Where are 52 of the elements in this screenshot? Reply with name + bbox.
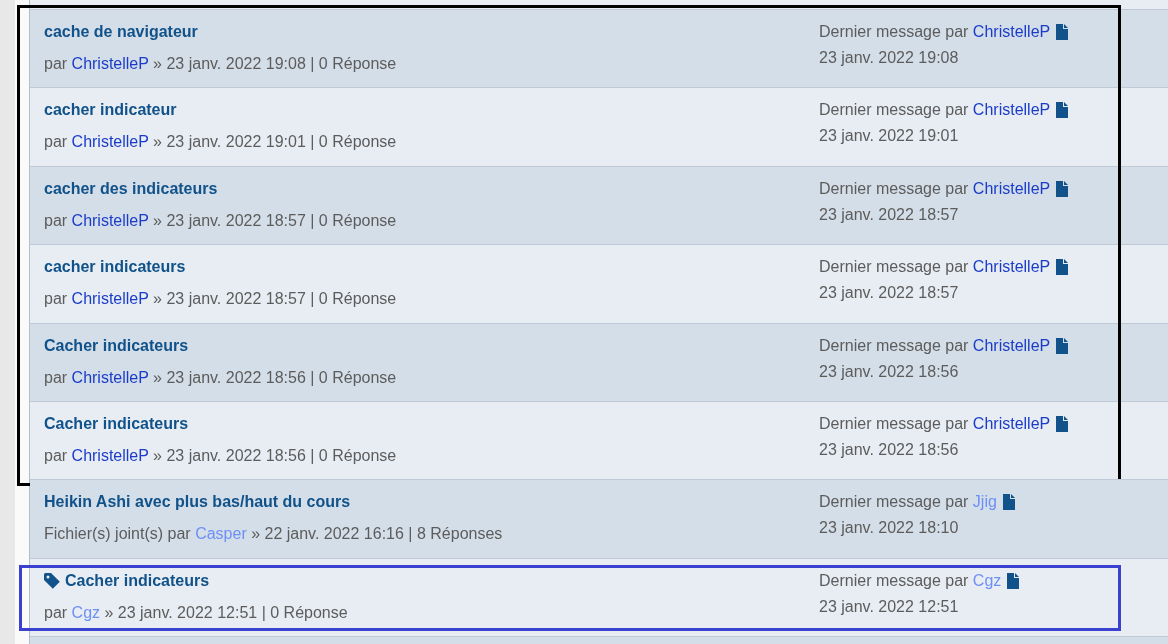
topic-meta: par Cgz » 23 janv. 2022 12:51 | 0 Réponse	[44, 603, 348, 622]
last-post-date: 23 janv. 2022 18:57	[819, 283, 959, 304]
topic-title[interactable]: Cacher indicateurs	[44, 336, 189, 355]
author-link[interactable]: ChristelleP	[71, 290, 149, 308]
last-post-info: Dernier message par ChristelleP	[819, 22, 1051, 42]
file-icon[interactable]	[1002, 494, 1015, 511]
topic-title[interactable]: cacher indicateurs	[44, 258, 186, 277]
last-post-date: 23 janv. 2022 19:08	[819, 48, 959, 68]
topic-meta: par ChristelleP » 23 janv. 2022 18:56 | 0 Réponse	[44, 368, 397, 387]
author-link[interactable]: ChristelleP	[71, 133, 149, 151]
last-post-date: 23 janv. 2022 12:51	[819, 596, 959, 617]
file-icon[interactable]	[1056, 259, 1069, 276]
file-icon[interactable]	[1056, 180, 1069, 197]
topic-title[interactable]: Cacher indicateurs	[44, 414, 189, 433]
author-link[interactable]: ChristelleP	[972, 179, 1051, 197]
topic-meta: Fichier(s) joint(s) par Casper » 22 janv. 2022 16:16 | 8 Réponses	[44, 525, 503, 544]
author-link[interactable]: ChristelleP	[972, 336, 1051, 354]
author-link[interactable]: ChristelleP	[972, 258, 1051, 276]
last-post-info: Dernier message par ChristelleP	[819, 100, 1051, 121]
last-post-date: 23 janv. 2022 18:10	[819, 518, 959, 539]
last-post-info: Dernier message par ChristelleP	[819, 413, 1051, 434]
topic-meta: par ChristelleP » 23 janv. 2022 19:01 | 0 Réponse	[44, 133, 397, 152]
last-post-info: Dernier message par ChristelleP	[819, 257, 1051, 278]
last-post-date: 23 janv. 2022 18:56	[819, 439, 959, 460]
topic-title[interactable]: cache de navigateur	[44, 23, 198, 41]
last-post-info: Dernier message par ChristelleP	[819, 178, 1051, 199]
author-link[interactable]: ChristelleP	[972, 23, 1051, 40]
file-icon[interactable]	[1056, 102, 1069, 119]
topic-title[interactable]: Heikin Ashi avec plus bas/haut du cours	[44, 493, 351, 512]
last-post-date: 23 janv. 2022 18:56	[819, 361, 959, 382]
author-link[interactable]: ChristelleP	[71, 368, 149, 386]
topic-title[interactable]: cacher des indicateurs	[44, 179, 218, 198]
topic-meta: par ChristelleP » 23 janv. 2022 19:08 | 0 Réponse	[44, 55, 397, 73]
topic-meta: par ChristelleP » 23 janv. 2022 18:57 | 0 Réponse	[44, 290, 397, 309]
author-link[interactable]: ChristelleP	[71, 211, 149, 229]
file-icon[interactable]	[1056, 24, 1069, 40]
author-link[interactable]: ChristelleP	[71, 446, 149, 464]
topic-title[interactable]: cacher indicateur	[44, 101, 177, 120]
last-post-date: 23 janv. 2022 19:01	[819, 126, 959, 147]
last-post-info: Dernier message par Jjig	[819, 492, 997, 513]
author-link[interactable]: ChristelleP	[972, 414, 1051, 432]
file-icon[interactable]	[1056, 415, 1069, 432]
file-icon[interactable]	[1007, 572, 1020, 589]
topic-meta: par ChristelleP » 23 janv. 2022 18:57 | 0 Réponse	[44, 211, 397, 230]
last-post-info: Dernier message par Cgz	[819, 570, 1002, 591]
file-icon[interactable]	[1056, 337, 1069, 354]
last-post-date: 23 janv. 2022 18:57	[819, 204, 959, 225]
topic-meta: par ChristelleP » 23 janv. 2022 18:56 | 0 Réponse	[44, 446, 397, 465]
author-link[interactable]: ChristelleP	[71, 55, 149, 72]
author-link[interactable]: ChristelleP	[972, 101, 1051, 119]
topic-title[interactable]: Cacher indicateurs	[65, 571, 210, 590]
last-post-info: Dernier message par ChristelleP	[819, 335, 1051, 356]
